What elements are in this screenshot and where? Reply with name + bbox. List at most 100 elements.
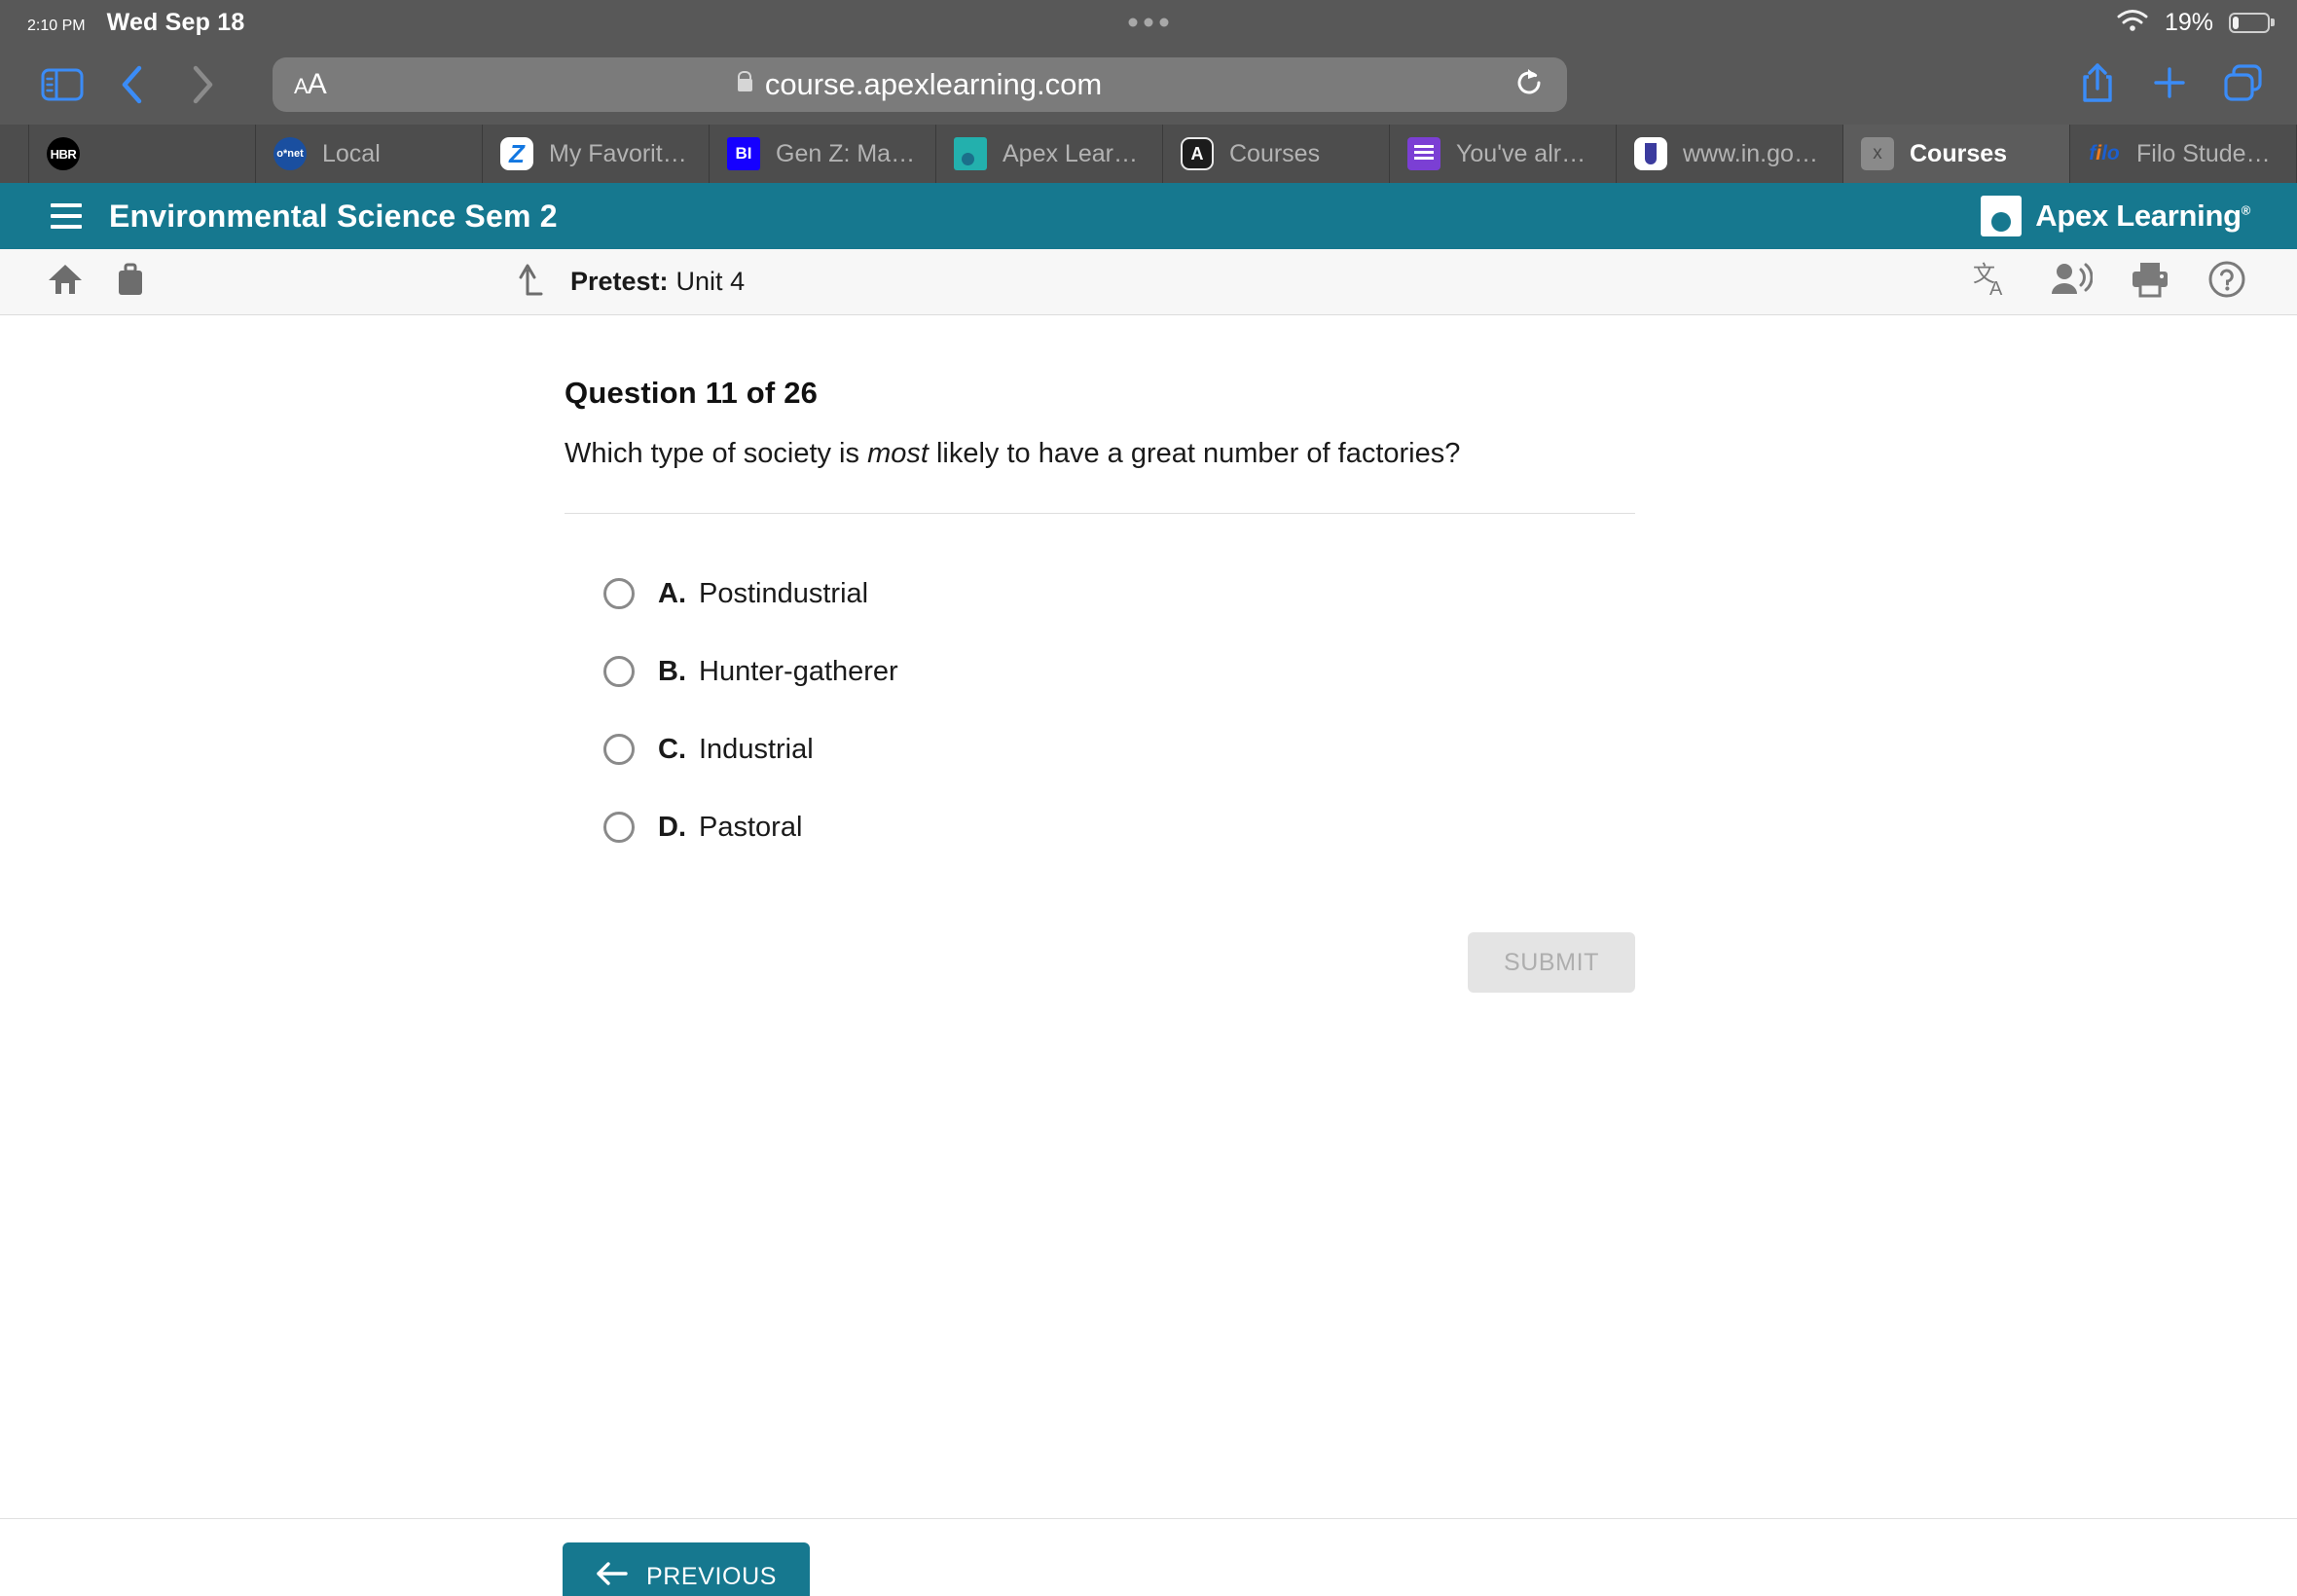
page-title: Environmental Science Sem 2: [109, 198, 558, 234]
arrow-left-icon: [596, 1561, 629, 1593]
browser-tab[interactable]: f i lo Filo Student:...: [2070, 125, 2297, 183]
activity-title-group: Pretest: Unit 4: [516, 261, 745, 303]
tab-label: Gen Z: Major...: [776, 139, 918, 167]
filo-favicon: f i lo: [2089, 142, 2120, 164]
multitasking-dots[interactable]: [1128, 18, 1169, 27]
google-forms-favicon: [1407, 137, 1440, 170]
radio-button[interactable]: [603, 578, 635, 609]
status-time: 2:10 PM: [27, 17, 86, 34]
translate-icon[interactable]: 文A: [1972, 260, 2013, 304]
share-icon[interactable]: [2079, 61, 2116, 109]
tab-label: Courses: [1910, 139, 2008, 167]
browser-tab[interactable]: o*net Local: [256, 125, 483, 183]
answer-choice[interactable]: D. Pastoral: [603, 788, 1635, 866]
prompt-emphasis: most: [867, 438, 929, 469]
choice-letter: C.: [658, 733, 686, 765]
choice-letter: D.: [658, 811, 686, 843]
tab-strip-edge: [0, 125, 29, 183]
lock-icon: [737, 78, 752, 91]
browser-tab[interactable]: www.in.gov/...: [1617, 125, 1843, 183]
apex-a-favicon: A: [1181, 137, 1214, 170]
answer-choice[interactable]: A. Postindustrial: [603, 555, 1635, 633]
tab-label: You've alrea...: [1456, 139, 1598, 167]
safari-toolbar: AAAA course.apexlearning.com: [0, 45, 2297, 125]
svg-text:A: A: [1989, 278, 2003, 299]
read-aloud-icon[interactable]: [2050, 261, 2094, 303]
answer-choice[interactable]: B. Hunter-gatherer: [603, 633, 1635, 710]
answer-choice-list: A. Postindustrial B. Hunter-gatherer C. …: [565, 555, 1635, 866]
activity-title: Pretest: Unit 4: [570, 267, 745, 297]
choice-text: Postindustrial: [699, 577, 869, 609]
radio-button[interactable]: [603, 734, 635, 765]
help-icon[interactable]: [2207, 260, 2246, 304]
url-display: course.apexlearning.com: [273, 67, 1567, 102]
brand-trademark: ®: [2241, 202, 2251, 218]
question-container: Question 11 of 26 Which type of society …: [565, 376, 1635, 993]
question-divider: [565, 513, 1635, 514]
previous-button-label: PREVIOUS: [646, 1563, 777, 1590]
choice-text: Industrial: [699, 733, 814, 765]
status-bar-right: 19%: [2116, 8, 2270, 38]
question-prompt: Which type of society is most likely to …: [565, 438, 1635, 470]
browser-tab-active[interactable]: x Courses: [1843, 125, 2070, 183]
wifi-icon: [2116, 8, 2149, 38]
print-icon[interactable]: [2130, 261, 2170, 303]
address-bar[interactable]: AAAA course.apexlearning.com: [273, 57, 1567, 112]
apex-logo-mark: [1981, 196, 2023, 236]
submit-row: SUBMIT: [565, 932, 1635, 993]
text-size-button[interactable]: AAAA: [294, 68, 327, 101]
status-bar-left: 2:10 PM Wed Sep 18: [27, 9, 244, 37]
radio-button[interactable]: [603, 656, 635, 687]
ios-status-bar: 2:10 PM Wed Sep 18 19%: [0, 0, 2297, 45]
choice-letter: B.: [658, 655, 686, 687]
choice-text: Hunter-gatherer: [699, 655, 898, 687]
prompt-part-1: Which type of society is: [565, 438, 868, 469]
x-favicon: x: [1861, 137, 1894, 170]
home-icon[interactable]: [47, 262, 84, 302]
prompt-part-2: likely to have a great number of factori…: [928, 438, 1461, 469]
question-counter: Question 11 of 26: [565, 376, 819, 410]
status-date: Wed Sep 18: [106, 8, 245, 36]
plus-icon[interactable]: [2151, 64, 2188, 106]
question-content: Question 11 of 26 Which type of society …: [0, 315, 2297, 1518]
briefcase-icon[interactable]: [113, 262, 148, 302]
forward-chevron-icon: [167, 63, 237, 106]
safari-actions: [2079, 61, 2270, 109]
previous-button[interactable]: PREVIOUS: [563, 1542, 810, 1596]
browser-tab[interactable]: You've alrea...: [1390, 125, 1617, 183]
brand-name: Apex Learning®: [2035, 199, 2251, 233]
browser-tab[interactable]: BI Gen Z: Major...: [710, 125, 936, 183]
hbr-favicon: HBR: [47, 137, 80, 170]
navigation-footer: PREVIOUS: [0, 1518, 2297, 1596]
activity-toolbar-left: [27, 262, 148, 302]
browser-tab[interactable]: A Courses: [1163, 125, 1390, 183]
reload-icon[interactable]: [1513, 66, 1546, 104]
tab-label: Courses: [1229, 139, 1321, 167]
browser-tab[interactable]: Apex Learning: [936, 125, 1163, 183]
business-insider-favicon: BI: [727, 137, 760, 170]
tabs-overview-icon[interactable]: [2223, 63, 2264, 107]
radio-button[interactable]: [603, 812, 635, 843]
tab-label: Local: [322, 139, 381, 167]
activity-toolbar-right: 文A: [1972, 260, 2270, 304]
exit-activity-icon[interactable]: [516, 261, 549, 303]
zillow-favicon: Z: [500, 137, 533, 170]
activity-toolbar: Pretest: Unit 4 文A: [0, 249, 2297, 315]
activity-type: Pretest:: [570, 267, 669, 296]
activity-name: Unit 4: [675, 267, 746, 296]
choice-letter: A.: [658, 577, 686, 609]
tab-label: My Favorite...: [549, 139, 691, 167]
app-header: Environmental Science Sem 2 Apex Learnin…: [0, 183, 2297, 249]
submit-button[interactable]: SUBMIT: [1468, 932, 1635, 993]
hamburger-menu-icon[interactable]: [27, 203, 82, 229]
browser-tab[interactable]: Z My Favorite...: [483, 125, 710, 183]
back-chevron-icon[interactable]: [97, 63, 167, 106]
sidebar-toggle-icon[interactable]: [27, 68, 97, 101]
answer-choice[interactable]: C. Industrial: [603, 710, 1635, 788]
apex-learning-favicon: [954, 137, 987, 170]
battery-icon: [2229, 12, 2270, 33]
browser-tab[interactable]: HBR: [29, 125, 256, 183]
tab-label: Apex Learning: [1003, 139, 1145, 167]
tab-label: www.in.gov/...: [1683, 139, 1825, 167]
onet-favicon: o*net: [273, 137, 307, 170]
